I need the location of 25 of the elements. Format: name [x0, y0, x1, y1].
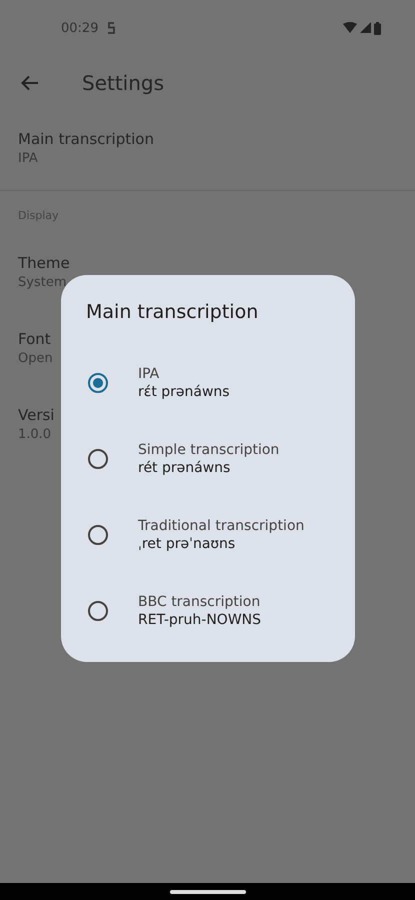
option-label[interactable]: Traditional transcription	[138, 518, 304, 534]
option-label[interactable]: BBC transcription	[138, 594, 260, 610]
setting-value: 1.0.0	[18, 427, 52, 442]
wifi-icon	[343, 22, 357, 34]
dialog-title: Main transcription	[86, 301, 258, 323]
option-example: RET-pruh-NOWNS	[138, 612, 262, 628]
screen-title: Settings	[82, 71, 164, 95]
back-arrow-icon	[21, 75, 39, 91]
radio-button[interactable]	[88, 373, 108, 393]
option-example: ˌret prəˈnaʊns	[138, 536, 236, 552]
radio-button[interactable]	[88, 449, 108, 469]
sim-icon	[106, 21, 116, 35]
radio-button[interactable]	[88, 525, 108, 545]
option-label[interactable]: IPA	[138, 366, 160, 382]
radio-button[interactable]	[88, 601, 108, 621]
setting-value: System	[18, 275, 66, 290]
setting-value: Open	[18, 351, 53, 366]
option-example: rét prənáwns	[138, 460, 230, 476]
home-handle[interactable]	[170, 890, 246, 894]
option-example: rɛ́t prənáwns	[138, 384, 230, 400]
signal-icon	[360, 22, 371, 34]
option-label[interactable]: Simple transcription	[138, 442, 280, 458]
setting-value: IPA	[18, 151, 38, 166]
status-time: 00:29	[61, 20, 98, 36]
battery-icon	[374, 22, 381, 34]
